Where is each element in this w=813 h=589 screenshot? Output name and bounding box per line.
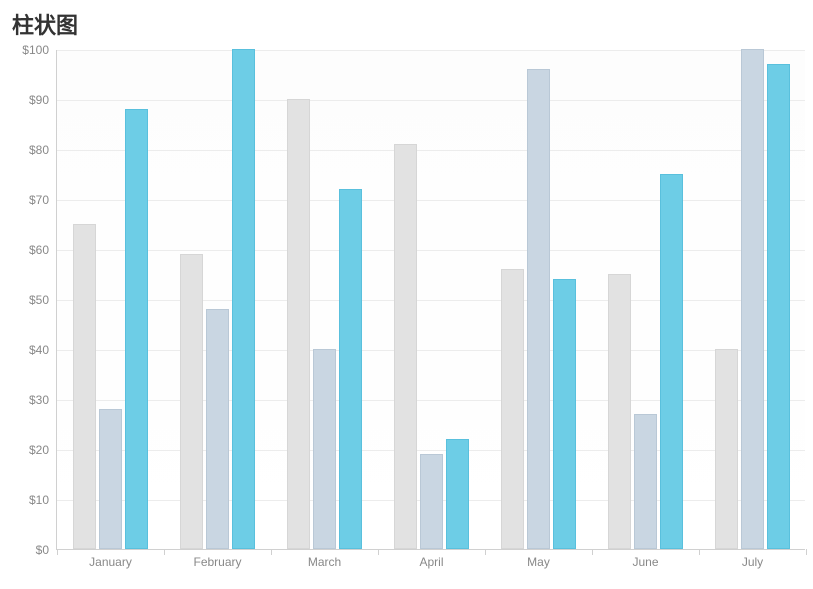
y-axis-tick: $100: [22, 43, 57, 57]
bar-series-1: [715, 349, 738, 549]
bar-series-3: [232, 49, 255, 549]
y-axis-tick: $40: [29, 343, 57, 357]
bar-series-1: [180, 254, 203, 549]
plot-area: $0$10$20$30$40$50$60$70$80$90$100January…: [56, 50, 805, 550]
bar-series-3: [446, 439, 469, 549]
y-axis-tick: $10: [29, 493, 57, 507]
gridline: [57, 200, 805, 201]
y-axis-tick: $80: [29, 143, 57, 157]
x-axis-tick: June: [632, 549, 658, 569]
x-axis-sep: [592, 549, 593, 555]
x-axis-sep: [806, 549, 807, 555]
bar-series-3: [125, 109, 148, 549]
bar-series-2: [313, 349, 336, 549]
x-axis-tick: February: [193, 549, 241, 569]
chart-title: 柱状图: [12, 8, 78, 40]
bar-series-1: [501, 269, 524, 549]
x-axis-sep: [378, 549, 379, 555]
x-axis-sep: [485, 549, 486, 555]
gridline: [57, 50, 805, 51]
x-axis-tick: July: [742, 549, 763, 569]
bar-series-1: [608, 274, 631, 549]
y-axis-tick: $20: [29, 443, 57, 457]
bar-series-1: [287, 99, 310, 549]
gridline: [57, 150, 805, 151]
bar-series-2: [527, 69, 550, 549]
y-axis-tick: $90: [29, 93, 57, 107]
bar-series-3: [767, 64, 790, 549]
x-axis-tick: April: [419, 549, 443, 569]
gridline: [57, 350, 805, 351]
bar-series-1: [394, 144, 417, 549]
gridline: [57, 400, 805, 401]
x-axis-tick: March: [308, 549, 341, 569]
bar-series-3: [339, 189, 362, 549]
x-axis-sep: [271, 549, 272, 555]
bar-chart: 柱状图 $0$10$20$30$40$50$60$70$80$90$100Jan…: [0, 0, 813, 589]
gridline: [57, 250, 805, 251]
bar-series-3: [553, 279, 576, 549]
gridline: [57, 300, 805, 301]
bar-series-2: [741, 49, 764, 549]
x-axis-sep: [699, 549, 700, 555]
x-axis-tick: May: [527, 549, 550, 569]
bar-series-2: [634, 414, 657, 549]
x-axis-tick: January: [89, 549, 132, 569]
gridline: [57, 100, 805, 101]
gridline: [57, 450, 805, 451]
bar-series-2: [206, 309, 229, 549]
y-axis-tick: $60: [29, 243, 57, 257]
x-axis-sep: [57, 549, 58, 555]
y-axis-tick: $70: [29, 193, 57, 207]
bar-series-1: [73, 224, 96, 549]
y-axis-tick: $50: [29, 293, 57, 307]
bar-series-2: [420, 454, 443, 549]
y-axis-tick: $30: [29, 393, 57, 407]
x-axis-sep: [164, 549, 165, 555]
bar-series-3: [660, 174, 683, 549]
y-axis-tick: $0: [36, 543, 57, 557]
bar-series-2: [99, 409, 122, 549]
